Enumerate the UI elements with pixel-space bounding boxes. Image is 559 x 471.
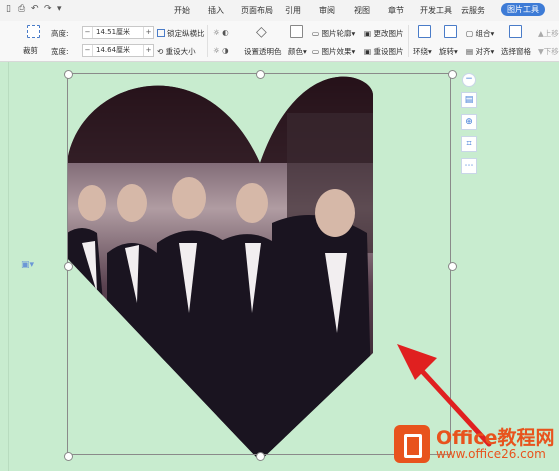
more-options-icon[interactable]: ⋯ [461,158,477,174]
rotate-button[interactable]: 旋转▾ [439,46,458,57]
set-transparent-icon: ◇ [256,24,267,40]
tab-view[interactable]: 视图 [354,5,370,16]
resize-handle-bottom[interactable] [256,452,265,461]
save-icon[interactable]: ▯ [6,4,11,14]
color-icon [290,25,303,38]
tab-developer[interactable]: 开发工具 [420,5,452,16]
crop-float-icon[interactable]: ⌗ [461,136,477,152]
tab-home[interactable]: 开始 [174,5,190,16]
watermark-url: www.office26.com [436,447,546,461]
change-picture-button[interactable]: ▣ 更改图片 [364,28,403,39]
resize-handle-top-left[interactable] [64,70,73,79]
reset-size-button[interactable]: ⟲ 重设大小 [157,46,196,57]
crop-icon [27,25,40,38]
tab-cloud[interactable]: 云服务 [461,5,485,16]
wrap-icon [418,25,431,38]
print-icon[interactable]: ⎙ [18,4,25,14]
tab-review[interactable]: 审阅 [319,5,335,16]
brightness-icon[interactable]: ☼ ◐ [213,28,229,37]
wrap-button[interactable]: 环绕▾ [413,46,432,57]
tab-insert[interactable]: 插入 [208,5,224,16]
layout-options-icon[interactable]: ▤ [461,92,477,108]
selection-frame [67,73,451,455]
office-logo-icon [394,425,430,463]
reset-picture-button[interactable]: ▣ 重设图片 [364,46,403,57]
set-transparent-button[interactable]: 设置透明色 [244,46,282,57]
group-button[interactable]: ▢ 组合▾ [466,28,494,39]
collapse-icon[interactable]: − [462,73,476,87]
move-up-button[interactable]: ▲上移 [538,28,559,39]
paragraph-marker-icon[interactable]: ▣▾ [21,260,34,270]
resize-handle-right[interactable] [448,262,457,271]
resize-handle-top[interactable] [256,70,265,79]
height-stepper[interactable]: −14.51厘米 + [82,26,154,39]
watermark-title: Office教程网 [436,427,555,449]
zoom-icon[interactable]: ⊕ [461,114,477,130]
select-pane-button[interactable]: 选择窗格 [501,46,531,57]
office-watermark: Office教程网 www.office26.com [394,421,555,467]
tab-picture-tools[interactable]: 图片工具 [501,3,545,16]
contrast-icon[interactable]: ☼ ◑ [213,46,229,55]
tab-page-layout[interactable]: 页面布局 [241,5,273,16]
resize-handle-left[interactable] [64,262,73,271]
tab-chapter[interactable]: 章节 [388,5,404,16]
width-label: 宽度: [51,47,69,56]
picture-effect-button[interactable]: ▭ 图片效果▾ [312,46,355,57]
lock-ratio-checkbox[interactable]: 锁定纵横比 [157,28,205,39]
customize-icon[interactable]: ▾ [57,4,62,14]
height-label: 高度: [51,29,69,38]
resize-handle-top-right[interactable] [448,70,457,79]
ribbon-toolbar: 裁剪 高度: −14.51厘米 + 宽度: −14.64厘米 + 锁定纵横比 ⟲ 重… [0,21,559,62]
move-down-button[interactable]: ▼下移 [538,46,559,57]
picture-outline-button[interactable]: ▭ 图片轮廓▾ [312,28,355,39]
menu-tab-bar: ▯ ⎙ ↶ ↷ ▾ 开始 插入 页面布局 引用 审阅 视图 章节 开发工具 云服… [0,0,559,21]
resize-handle-bottom-left[interactable] [64,452,73,461]
align-button[interactable]: ▤ 对齐▾ [466,46,494,57]
width-stepper[interactable]: −14.64厘米 + [82,44,154,57]
tab-references[interactable]: 引用 [285,5,301,16]
undo-icon[interactable]: ↶ [31,4,39,14]
page-edge [8,62,9,471]
redo-icon[interactable]: ↷ [44,4,52,14]
crop-button[interactable]: 裁剪 [23,45,38,56]
select-pane-icon [509,25,522,38]
color-button[interactable]: 颜色▾ [288,46,307,57]
rotate-icon [444,25,457,38]
